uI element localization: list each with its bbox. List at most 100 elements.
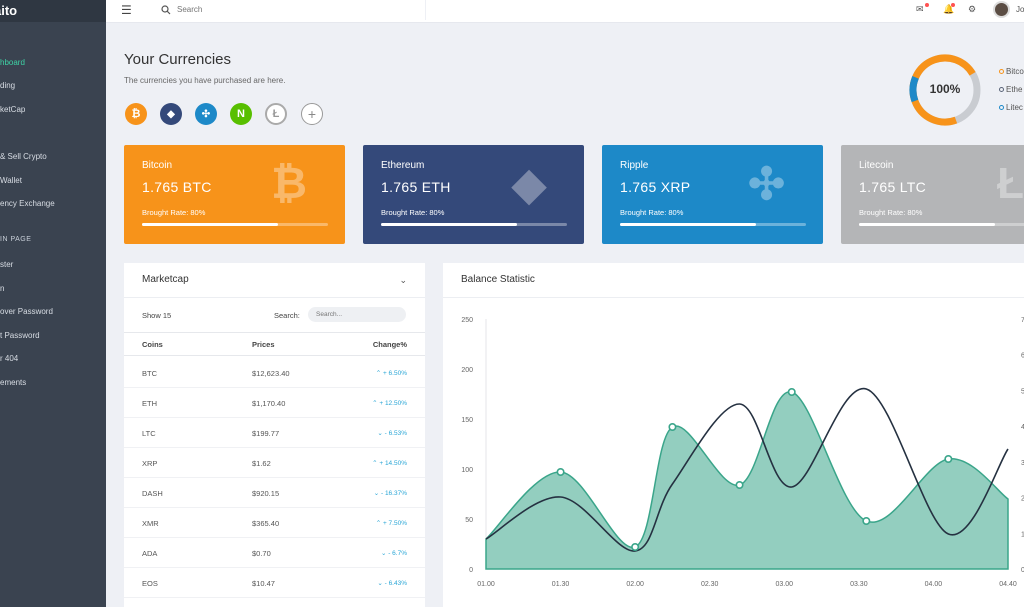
change-value: + 14.50% — [379, 460, 407, 467]
coin-symbol: XMR — [142, 519, 159, 528]
progress-track — [859, 223, 1024, 226]
mail-icon[interactable]: ✉ — [916, 4, 924, 15]
sidebar-item[interactable]: & Sell Crypto — [0, 152, 47, 161]
arrow-down-icon: ⌄ — [380, 550, 387, 557]
table-search-input[interactable] — [308, 307, 406, 322]
x-tick-label: 04.40 — [999, 581, 1017, 588]
sidebar-item[interactable]: hboard — [0, 58, 25, 67]
card-ripple[interactable]: Ripple 1.765 XRP Brought Rate: 80% ✣ — [602, 145, 823, 244]
litecoin-icon[interactable]: Ł — [265, 103, 287, 125]
progress-fill — [142, 223, 278, 226]
column-coins[interactable]: Coins — [142, 340, 163, 349]
sidebar: aito hboard ding ketCap & Sell Crypto Wallet… — [0, 0, 106, 607]
card-rate: Brought Rate: 80% — [620, 208, 684, 217]
coin-price: $365.40 — [252, 519, 280, 528]
legend-label: Ethe — [1006, 85, 1023, 94]
neo-icon[interactable]: N — [230, 103, 252, 125]
sidebar-item[interactable]: n — [0, 284, 4, 293]
sidebar-section-header: IN PAGE — [0, 236, 32, 243]
change-value: - 16.37% — [380, 490, 407, 497]
data-point[interactable] — [862, 517, 871, 526]
data-point[interactable] — [556, 468, 565, 477]
table-row[interactable]: ETH $1,170.40 ⌃ + 12.50% — [124, 388, 425, 418]
table-row[interactable]: XMR $365.40 ⌃ + 7.50% — [124, 508, 425, 538]
coin-change: ⌄ - 16.37% — [374, 489, 407, 497]
coin-change: ⌄ - 6.7% — [381, 549, 407, 557]
legend-item: Ethe — [999, 85, 1022, 94]
column-change[interactable]: Change% — [373, 340, 407, 349]
chevron-down-icon[interactable]: ⌄ — [399, 275, 407, 286]
coin-change: ⌃ + 7.50% — [376, 519, 407, 527]
coin-price: $12,623.40 — [252, 369, 290, 378]
y-tick-label: 200 — [461, 367, 473, 374]
sidebar-item[interactable]: ding — [0, 81, 15, 90]
marketcap-title: Marketcap — [142, 274, 189, 285]
search-input[interactable] — [177, 3, 407, 16]
page-title: Your Currencies — [124, 51, 231, 68]
coin-price: $10.47 — [252, 579, 275, 588]
user-name[interactable]: Jo — [1016, 5, 1024, 14]
coin-change: ⌄ - 6.53% — [377, 429, 407, 437]
mail-badge — [925, 3, 929, 7]
table-row[interactable]: DASH $920.15 ⌄ - 16.37% — [124, 478, 425, 508]
table-row[interactable]: BTC $12,623.40 ⌃ + 6.50% — [124, 358, 425, 388]
arrow-up-icon: ⌃ — [372, 400, 378, 407]
card-amount: 1.765 XRP — [620, 179, 691, 195]
avatar[interactable] — [993, 1, 1010, 18]
ripple-icon: ✣ — [748, 160, 785, 209]
data-point[interactable] — [631, 542, 640, 551]
card-name: Litecoin — [859, 160, 894, 171]
ripple-icon[interactable]: ✣ — [195, 103, 217, 125]
sidebar-item[interactable]: r 404 — [0, 354, 18, 363]
show-entries[interactable]: Show 15 — [142, 311, 171, 320]
progress-track — [142, 223, 328, 226]
change-value: - 6.53% — [384, 430, 407, 437]
arrow-up-icon: ⌃ — [372, 460, 378, 467]
card-litecoin[interactable]: Litecoin 1.765 LTC Brought Rate: 80% Ł — [841, 145, 1024, 244]
change-value: - 6.43% — [384, 580, 407, 587]
add-icon[interactable]: + — [301, 103, 323, 125]
sidebar-item[interactable]: t Password — [0, 331, 40, 340]
arrow-up-icon: ⌃ — [375, 370, 382, 377]
table-row[interactable]: XRP $1.62 ⌃ + 14.50% — [124, 448, 425, 478]
sidebar-item[interactable]: ketCap — [0, 105, 25, 114]
card-name: Ethereum — [381, 160, 425, 171]
sidebar-item[interactable]: Wallet — [0, 176, 22, 185]
card-name: Ripple — [620, 160, 649, 171]
data-point[interactable] — [787, 388, 796, 397]
card-bitcoin[interactable]: Bitcoin 1.765 BTC Brought Rate: 80% ₿ — [124, 145, 345, 244]
card-ethereum[interactable]: Ethereum 1.765 ETH Brought Rate: 80% ◆ — [363, 145, 584, 244]
series-this-month-area — [485, 391, 1009, 570]
change-value: + 7.50% — [382, 520, 407, 527]
y-tick-label: 100 — [461, 467, 473, 474]
sidebar-item[interactable]: ency Exchange — [0, 199, 55, 208]
litecoin-icon: Ł — [997, 159, 1024, 208]
coin-change: ⌄ - 6.43% — [377, 579, 407, 587]
change-value: - 6.7% — [388, 550, 407, 557]
x-tick-label: 02.00 — [626, 581, 644, 588]
arrow-up-icon: ⌃ — [375, 520, 382, 527]
coin-price: $0.70 — [252, 549, 271, 558]
data-point[interactable] — [735, 481, 744, 490]
data-point[interactable] — [944, 455, 953, 464]
sidebar-item[interactable]: over Password — [0, 307, 53, 316]
brand-logo[interactable]: aito — [0, 0, 106, 22]
gear-icon[interactable]: ⚙ — [968, 4, 976, 15]
table-row[interactable]: ADA $0.70 ⌄ - 6.7% — [124, 538, 425, 568]
table-row[interactable]: LTC $199.77 ⌄ - 6.53% — [124, 418, 425, 448]
menu-icon[interactable]: ☰ — [121, 3, 132, 17]
marketcap-panel: Marketcap ⌄ Show 15 Search: Coins Prices… — [124, 263, 425, 607]
legend-dot — [999, 105, 1004, 110]
coin-change: ⌃ + 12.50% — [372, 399, 407, 407]
data-point[interactable] — [668, 423, 677, 432]
coin-change: ⌃ + 6.50% — [376, 369, 407, 377]
change-value: + 6.50% — [382, 370, 407, 377]
ethereum-icon[interactable]: ◆ — [160, 103, 182, 125]
bitcoin-icon[interactable]: ₿ — [125, 103, 147, 125]
table-row[interactable]: EOS $10.47 ⌄ - 6.43% — [124, 568, 425, 598]
coin-symbol: EOS — [142, 579, 158, 588]
column-prices[interactable]: Prices — [252, 340, 275, 349]
sidebar-item[interactable]: ster — [0, 260, 13, 269]
sidebar-item[interactable]: ements — [0, 378, 26, 387]
table-header: Coins Prices Change% — [124, 332, 425, 356]
